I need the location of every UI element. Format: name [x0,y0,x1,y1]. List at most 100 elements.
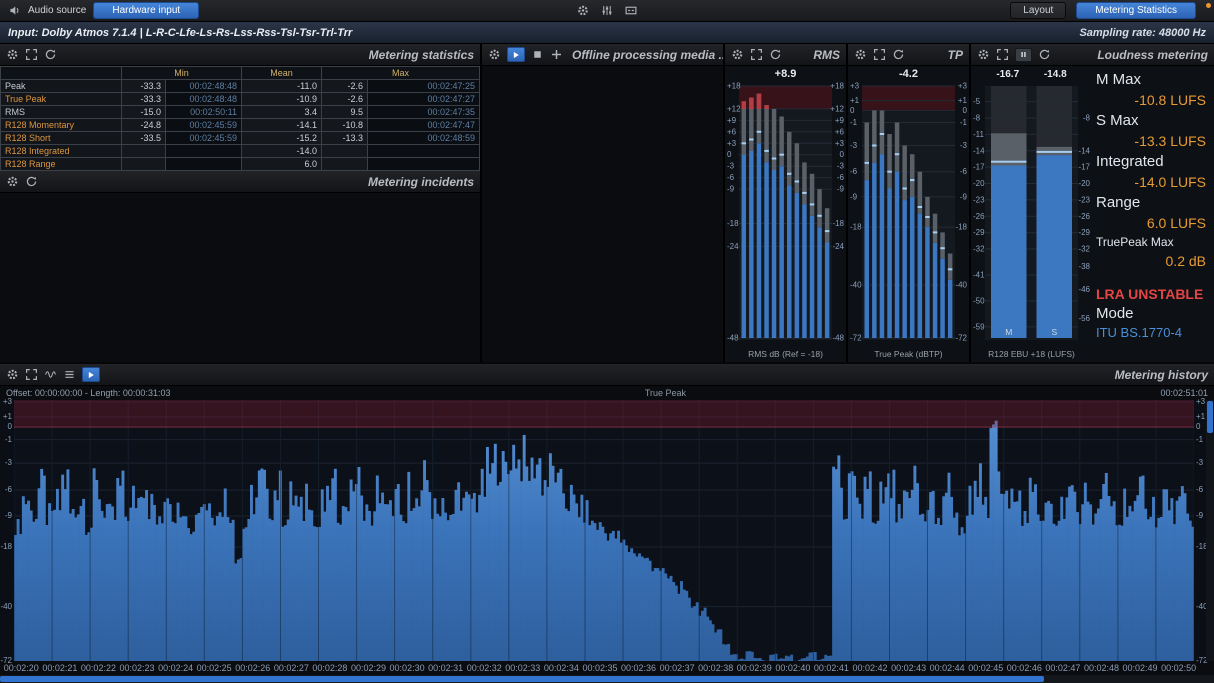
gear-icon[interactable] [577,4,590,17]
time-label: 00:02:49 [1121,663,1160,673]
statistics-header: Metering statistics [0,44,480,66]
svg-text:-72: -72 [850,334,862,343]
tp-max-value: -4.2 [848,66,969,82]
svg-text:+3: +3 [958,82,968,91]
statistics-row: R128 Short-33.500:02:45:59-15.2-13.300:0… [1,132,480,145]
expand-icon[interactable] [25,368,38,381]
toolbar-right-group: Layout Metering Statistics [1010,2,1206,19]
top-toolbar: Audio source Hardware input Layout Meter… [0,0,1214,22]
svg-text:-18: -18 [955,223,967,232]
gear-icon[interactable] [977,48,990,61]
statistics-row: R128 Integrated-14.0 [1,145,480,158]
gear-icon[interactable] [6,368,19,381]
time-label: 00:02:35 [581,663,620,673]
loudness-values: -16.7-14.8 [971,66,1092,82]
expand-icon[interactable] [25,48,38,61]
time-label: 00:02:46 [1005,663,1044,673]
list-display-icon[interactable] [63,368,76,381]
history-tick-label: -72 [0,657,12,665]
svg-text:-72: -72 [955,334,967,343]
statistics-header-row: MinMeanMax [1,67,480,80]
vertical-scrollbar-thumb[interactable] [1207,401,1213,433]
gear-icon[interactable] [6,175,19,188]
rms-max-value: +8.9 [725,66,846,82]
metering-statistics-button[interactable]: Metering Statistics [1076,2,1196,19]
layout-button[interactable]: Layout [1010,2,1066,19]
svg-text:+18: +18 [830,82,844,91]
time-label: 00:02:33 [504,663,543,673]
vertical-scrollbar[interactable] [1206,400,1214,661]
svg-text:-20: -20 [973,179,985,188]
hardware-input-button[interactable]: Hardware input [93,2,199,19]
time-label: 00:02:36 [619,663,658,673]
svg-text:-18: -18 [832,219,844,228]
svg-text:-18: -18 [850,223,862,232]
sliders-icon[interactable] [601,4,614,17]
refresh-icon[interactable] [769,48,782,61]
refresh-icon[interactable] [25,175,38,188]
expand-icon[interactable] [996,48,1009,61]
gear-icon[interactable] [6,48,19,61]
loudness-title: Loudness metering [1097,48,1208,62]
history-header: Metering history [0,364,1214,386]
gear-icon[interactable] [854,48,867,61]
svg-text:-26: -26 [1078,212,1090,221]
expand-icon[interactable] [750,48,763,61]
svg-text:-9: -9 [850,192,858,201]
tp-meter-body: -4.2 +3+10-1-3-6-9-18-40-72+3+10-1-3-6-9… [848,66,969,362]
mode-value: ITU BS.1770-4 [1096,324,1208,342]
horizontal-scrollbar[interactable] [0,675,1214,683]
readout-label: Integrated [1096,152,1208,172]
gear-icon[interactable] [488,48,501,61]
history-tick-label: -1 [1196,436,1206,444]
svg-text:+1: +1 [850,96,860,105]
svg-text:-3: -3 [837,162,845,171]
svg-text:-6: -6 [850,167,858,176]
svg-text:+6: +6 [727,127,737,136]
io-icon[interactable] [625,4,638,17]
rms-meter: +18+12+9+6+30-3-6-9-18-24-48+18+12+9+6+3… [725,82,846,346]
svg-text:+3: +3 [850,82,860,91]
stop-button[interactable] [531,48,544,61]
expand-icon[interactable] [873,48,886,61]
pause-button[interactable] [1015,48,1032,62]
rms-title: RMS [813,48,840,62]
tp-meter-panel: TP -4.2 +3+10-1-3-6-9-18-40-72+3+10-1-3-… [848,44,969,362]
svg-text:-1: -1 [850,118,858,127]
refresh-icon[interactable] [892,48,905,61]
statistics-title: Metering statistics [369,48,474,62]
svg-text:S: S [1051,327,1057,337]
svg-text:0: 0 [727,150,732,159]
svg-text:+12: +12 [830,104,844,113]
play-button[interactable] [507,47,525,62]
add-media-button[interactable] [550,48,563,61]
svg-text:-23: -23 [973,195,985,204]
refresh-icon[interactable] [1038,48,1051,61]
wave-display-icon[interactable] [44,368,57,381]
loudness-channel-value: -16.7 [984,69,1032,80]
history-tick-label: -18 [1196,543,1206,551]
svg-text:-59: -59 [973,322,985,331]
svg-text:-50: -50 [973,297,985,306]
rms-meter-body: +8.9 +18+12+9+6+30-3-6-9-18-24-48+18+12+… [725,66,846,362]
loudness-metering-panel: Loudness metering -16.7-14.8 -5-8-11-14-… [971,44,1214,362]
app-window: Audio source Hardware input Layout Meter… [0,0,1214,683]
horizontal-scrollbar-thumb[interactable] [0,676,1044,682]
time-label: 00:02:45 [966,663,1005,673]
audio-source-label: Audio source [28,5,86,16]
history-offset-label: Offset: 00:00:00:00 - Length: 00:00:31:0… [6,388,170,398]
svg-text:-29: -29 [973,228,985,237]
rms-header: RMS [725,44,846,66]
time-label: 00:02:47 [1044,663,1083,673]
refresh-icon[interactable] [44,48,57,61]
loudness-readouts: M Max-10.8 LUFSS Max-13.3 LUFSIntegrated… [1096,70,1208,272]
time-label: 00:02:37 [658,663,697,673]
svg-text:-14: -14 [1078,146,1090,155]
loudness-meter: -5-8-11-14-17-20-23-26-29-32-41-50-59-8-… [971,82,1092,346]
history-play-button[interactable] [82,367,100,382]
loudness-body: -16.7-14.8 -5-8-11-14-17-20-23-26-29-32-… [971,66,1214,362]
readout-label: TruePeak Max [1096,234,1208,251]
play-icon [511,50,521,60]
svg-text:-3: -3 [727,162,735,171]
gear-icon[interactable] [731,48,744,61]
